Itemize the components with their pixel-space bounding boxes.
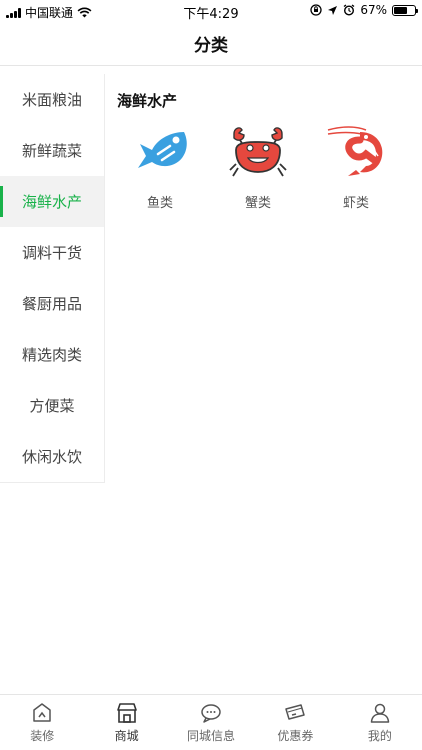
sidebar-item-label: 海鲜水产 [21, 193, 82, 211]
fish-icon [138, 132, 187, 168]
sidebar-item-label: 米面粮油 [21, 91, 82, 109]
location-arrow-icon [328, 5, 338, 15]
sidebar-item-seafood[interactable]: 海鲜水产 [0, 176, 104, 227]
tab-coupons[interactable]: 优惠券 [253, 695, 337, 750]
battery-fill [394, 6, 408, 14]
status-right: 67% [310, 3, 418, 17]
category-shrimp[interactable]: 虾类 [316, 124, 396, 211]
category-sidebar: 米面粮油 新鲜蔬菜 海鲜水产 调料干货 餐厨用品 精选肉类 方便菜 休闲水饮 [0, 74, 105, 483]
sidebar-item-fresh-vegetables[interactable]: 新鲜蔬菜 [0, 125, 104, 176]
category-label: 鱼类 [146, 196, 173, 211]
sidebar-item-label: 新鲜蔬菜 [21, 142, 82, 160]
tab-local-info[interactable]: 同城信息 [169, 695, 253, 750]
tab-label: 装修 [30, 729, 55, 743]
shrimp-icon [327, 126, 383, 176]
battery-icon [392, 4, 418, 16]
category-fish[interactable]: 鱼类 [120, 124, 200, 211]
shop-icon [116, 703, 137, 723]
status-bar: 中国联通 下午4:29 67% [0, 0, 422, 22]
sidebar-item-label: 休闲水饮 [21, 448, 82, 466]
nav-bar: 分类 [0, 22, 422, 66]
sidebar-item-convenience-dishes[interactable]: 方便菜 [0, 380, 104, 431]
sidebar-item-label: 方便菜 [29, 397, 75, 415]
alarm-icon [343, 4, 355, 16]
chat-icon [201, 704, 221, 723]
tab-mine[interactable]: 我的 [338, 695, 422, 750]
section-title: 海鲜水产 [117, 92, 178, 110]
tab-label: 优惠券 [277, 729, 314, 743]
tab-label: 我的 [367, 729, 392, 743]
home-icon [33, 703, 51, 722]
sidebar-item-snacks-drinks[interactable]: 休闲水饮 [0, 431, 104, 482]
category-label: 蟹类 [244, 196, 271, 211]
tab-label: 同城信息 [187, 729, 236, 743]
tab-label: 商城 [114, 729, 139, 743]
sidebar-item-label: 餐厨用品 [21, 295, 82, 313]
sidebar-item-rice-noodle-oil[interactable]: 米面粮油 [0, 74, 104, 125]
sidebar-item-seasoning-dry-goods[interactable]: 调料干货 [0, 227, 104, 278]
coupon-icon [285, 704, 306, 720]
tab-bar: 装修 商城 同城信息 优惠券 我的 [0, 694, 422, 750]
category-crab[interactable]: 蟹类 [218, 124, 298, 211]
sidebar-item-label: 精选肉类 [21, 346, 82, 364]
tab-mall[interactable]: 商城 [84, 695, 168, 750]
crab-icon [229, 127, 287, 177]
tab-renovation[interactable]: 装修 [0, 695, 84, 750]
category-label: 虾类 [342, 196, 369, 211]
sidebar-item-label: 调料干货 [21, 244, 82, 262]
sidebar-item-kitchenware[interactable]: 餐厨用品 [0, 278, 104, 329]
sidebar-item-select-meat[interactable]: 精选肉类 [0, 329, 104, 380]
battery-percent: 67% [360, 3, 387, 17]
user-icon [370, 703, 390, 723]
page-title: 分类 [194, 36, 228, 56]
rotation-lock-icon [310, 4, 322, 16]
